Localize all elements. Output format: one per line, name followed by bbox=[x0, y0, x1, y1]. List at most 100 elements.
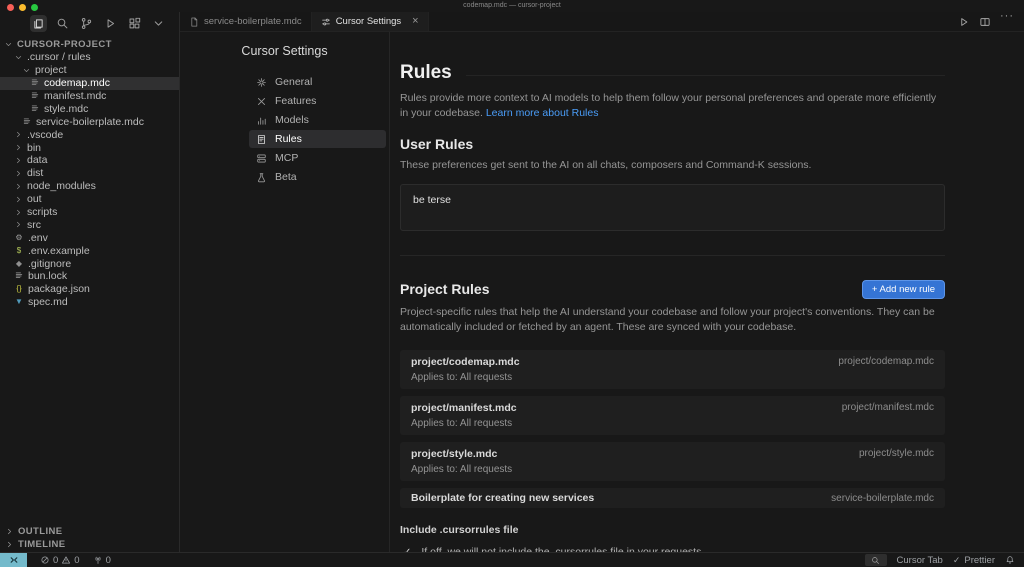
screen-reader-toggle[interactable] bbox=[865, 554, 887, 566]
activity-extensions-button[interactable] bbox=[126, 15, 143, 32]
chevron-right-icon bbox=[14, 208, 23, 217]
tree-item-style.mdc[interactable]: style.mdc bbox=[0, 102, 179, 115]
tree-item-label: scripts bbox=[27, 206, 57, 218]
split-editor-icon[interactable] bbox=[979, 16, 991, 28]
prettier-status[interactable]: ✓ Prettier bbox=[953, 555, 995, 566]
settings-nav-models[interactable]: Models bbox=[249, 111, 386, 129]
rule-name: project/style.mdc bbox=[411, 448, 934, 460]
tab-bar: service-boilerplate.mdcCursor Settings× … bbox=[180, 12, 1024, 32]
rule-file: project/manifest.mdc bbox=[842, 402, 934, 413]
settings-nav-beta[interactable]: Beta bbox=[249, 168, 386, 186]
settings-nav-mcp[interactable]: MCP bbox=[249, 149, 386, 167]
more-actions-icon[interactable]: ··· bbox=[1000, 16, 1014, 28]
learn-more-link[interactable]: Learn more about Rules bbox=[486, 107, 599, 119]
project-rules-list: project/codemap.mdcApplies to: All reque… bbox=[400, 350, 945, 508]
tree-item-spec.md[interactable]: ▼spec.md bbox=[0, 296, 179, 309]
tree-item-codemap.mdc[interactable]: codemap.mdc bbox=[0, 77, 179, 90]
tree-item-package.json[interactable]: {} package.json bbox=[0, 283, 179, 296]
tab-service-boilerplate.mdc[interactable]: service-boilerplate.mdc bbox=[180, 12, 312, 31]
activity-run-debug-button[interactable] bbox=[102, 15, 119, 32]
activity-explorer-button[interactable] bbox=[30, 15, 47, 32]
notifications-bell-icon[interactable] bbox=[1005, 555, 1015, 565]
tree-item-.gitignore[interactable]: ◆.gitignore bbox=[0, 257, 179, 270]
activity-more-views-button[interactable] bbox=[150, 15, 167, 32]
rule-card[interactable]: project/codemap.mdcApplies to: All reque… bbox=[400, 350, 945, 389]
user-rules-input[interactable]: be terse bbox=[400, 184, 945, 231]
settings-nav-label: Models bbox=[275, 114, 309, 126]
cursor-tab-status[interactable]: Cursor Tab bbox=[897, 555, 943, 566]
tabbar-spacer bbox=[429, 12, 958, 31]
warnings-icon bbox=[61, 555, 71, 565]
user-rules-title: User Rules bbox=[400, 136, 945, 152]
settings-main: Rules Rules provide more context to AI m… bbox=[390, 32, 1024, 552]
sidebar-explorer: CURSOR-PROJECT.cursor / rulesprojectcode… bbox=[0, 12, 180, 552]
tree-item-label: .env bbox=[28, 232, 48, 244]
explorer-root[interactable]: CURSOR-PROJECT bbox=[0, 38, 179, 51]
rule-card[interactable]: Boilerplate for creating new servicesser… bbox=[400, 488, 945, 508]
close-tab-icon[interactable]: × bbox=[412, 16, 418, 27]
add-new-rule-button[interactable]: + Add new rule bbox=[862, 280, 945, 299]
panel-outline[interactable]: OUTLINE bbox=[0, 525, 179, 538]
flask-icon bbox=[256, 172, 267, 183]
settings-nav-features[interactable]: Features bbox=[249, 92, 386, 110]
panel-timeline[interactable]: TIMELINE bbox=[0, 538, 179, 551]
cursorrules-title: Include .cursorrules file bbox=[400, 524, 945, 536]
tree-item-.env.example[interactable]: $.env.example bbox=[0, 244, 179, 257]
tree-item-src[interactable]: src bbox=[0, 218, 179, 231]
gear-file-icon: ⚙ bbox=[14, 234, 24, 242]
tree-item-label: package.json bbox=[28, 283, 90, 295]
file-tree: CURSOR-PROJECT.cursor / rulesprojectcode… bbox=[0, 35, 179, 525]
braces-file-icon: {} bbox=[14, 285, 24, 293]
tree-item-node-modules[interactable]: node_modules bbox=[0, 180, 179, 193]
project-rules-title: Project Rules bbox=[400, 281, 489, 297]
tree-item-label: codemap.mdc bbox=[44, 77, 110, 89]
tree-item-dist[interactable]: dist bbox=[0, 167, 179, 180]
chevron-down-icon bbox=[152, 17, 165, 30]
tree-item-.env[interactable]: ⚙ .env bbox=[0, 231, 179, 244]
activity-source-control-button[interactable] bbox=[78, 15, 95, 32]
remote-indicator[interactable] bbox=[0, 553, 27, 567]
tree-item-label: spec.md bbox=[28, 296, 68, 308]
tree-item-label: style.mdc bbox=[44, 103, 88, 115]
tree-item-label: src bbox=[27, 219, 41, 231]
run-icon[interactable] bbox=[958, 16, 970, 28]
chevron-down-icon bbox=[4, 40, 13, 49]
tree-item-scripts[interactable]: scripts bbox=[0, 206, 179, 219]
activity-search-button[interactable] bbox=[54, 15, 71, 32]
tab-label: Cursor Settings bbox=[336, 16, 401, 27]
rule-applies: Applies to: All requests bbox=[411, 464, 934, 475]
file-icon bbox=[189, 17, 199, 27]
problems-indicator[interactable]: 0 0 bbox=[40, 555, 80, 566]
settings-nav-rules[interactable]: Rules bbox=[249, 130, 386, 148]
tab-cursor-settings[interactable]: Cursor Settings × bbox=[312, 12, 429, 31]
page-description: Rules provide more context to AI models … bbox=[400, 91, 945, 121]
tree-item-manifest.mdc[interactable]: manifest.mdc bbox=[0, 90, 179, 103]
tree-item-out[interactable]: out bbox=[0, 193, 179, 206]
tree-item-label: node_modules bbox=[27, 180, 96, 192]
chevron-right-icon bbox=[5, 540, 14, 549]
settings-nav-general[interactable]: General bbox=[249, 73, 386, 91]
branch-icon bbox=[80, 17, 93, 30]
settings-nav-label: General bbox=[275, 76, 312, 88]
tree-item-data[interactable]: data bbox=[0, 154, 179, 167]
tree-item-bun.lock[interactable]: bun.lock bbox=[0, 270, 179, 283]
search-icon bbox=[56, 17, 69, 30]
dollar-file-icon: $ bbox=[14, 247, 24, 255]
rule-card[interactable]: project/manifest.mdc Applies to: All requ… bbox=[400, 396, 945, 435]
tree-item-bin[interactable]: bin bbox=[0, 141, 179, 154]
tree-item-project[interactable]: project bbox=[0, 64, 179, 77]
tree-item-.cursor-rules[interactable]: .cursor / rules bbox=[0, 51, 179, 64]
rule-applies: Applies to: All requests bbox=[411, 418, 934, 429]
errors-count: 0 bbox=[53, 555, 58, 566]
tree-item-service-boilerplate.mdc[interactable]: service-boilerplate.mdc bbox=[0, 115, 179, 128]
tree-item-.vscode[interactable]: .vscode bbox=[0, 128, 179, 141]
panel-label: TIMELINE bbox=[18, 539, 66, 550]
ports-indicator[interactable]: 0 bbox=[93, 555, 111, 566]
mdc-file-icon bbox=[22, 116, 32, 128]
sliders-icon bbox=[321, 17, 331, 27]
editor-area: service-boilerplate.mdcCursor Settings× … bbox=[180, 12, 1024, 552]
chevron-right-icon bbox=[14, 130, 23, 139]
status-bar: 0 0 0 Cursor Tab ✓ Prettier bbox=[0, 552, 1024, 567]
rule-card[interactable]: project/style.mdc Applies to: All request… bbox=[400, 442, 945, 481]
user-rules-description: These preferences get sent to the AI on … bbox=[400, 158, 945, 173]
